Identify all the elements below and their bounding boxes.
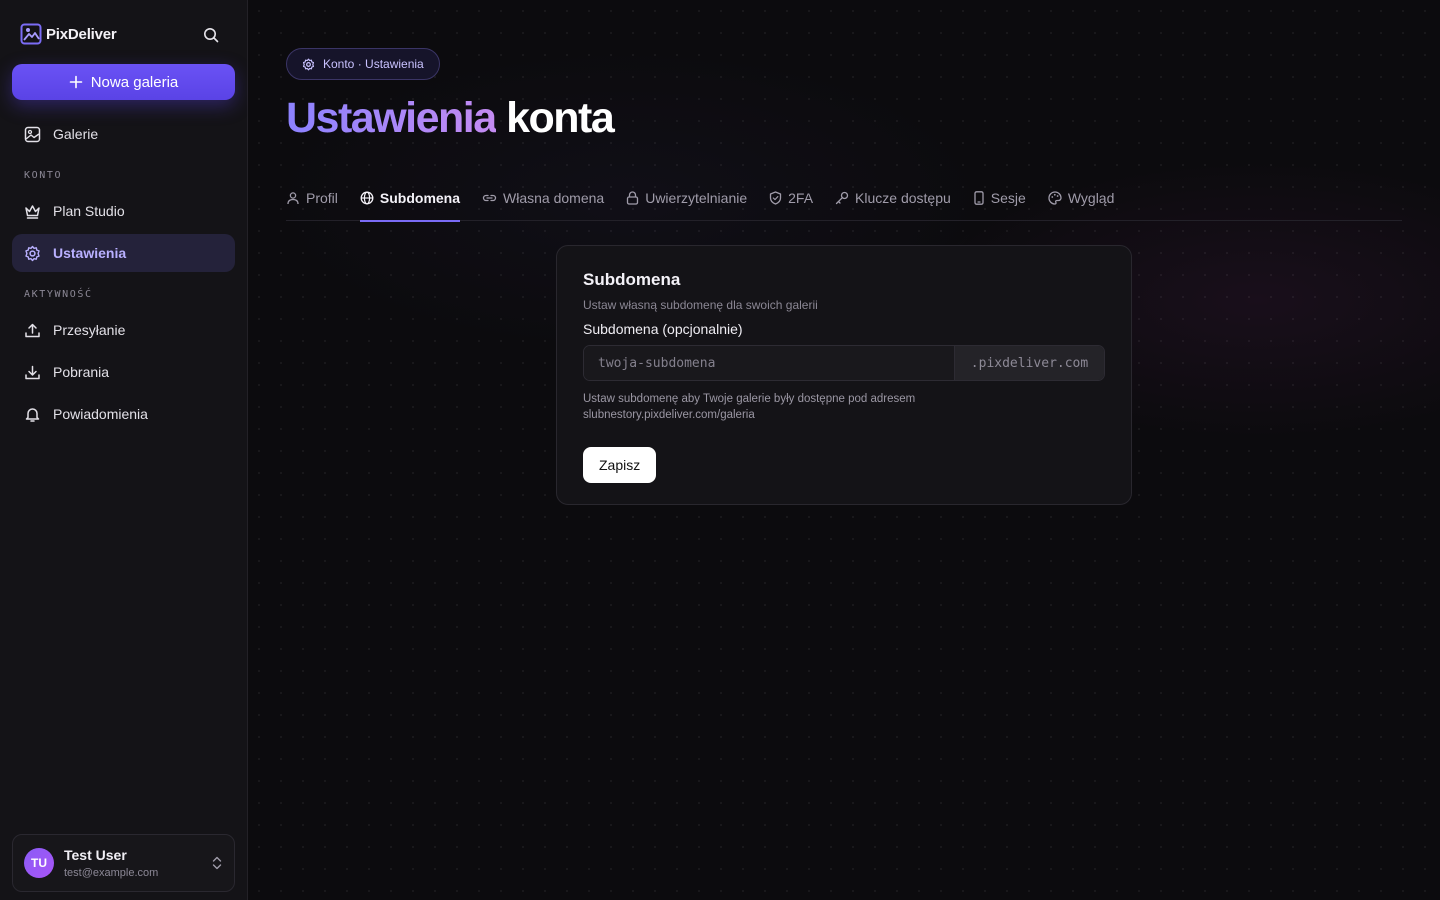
palette-icon <box>1048 190 1062 205</box>
page-title: Ustawienia konta <box>286 92 615 144</box>
section-label-account: KONTO <box>24 170 63 181</box>
tab-label: 2FA <box>788 189 814 206</box>
tab-sessions[interactable]: Sesje <box>973 176 1026 221</box>
sidebar-item-settings[interactable]: Ustawienia <box>12 234 235 272</box>
save-button[interactable]: Zapisz <box>583 447 657 483</box>
bell-icon <box>25 407 40 422</box>
sidebar-item-label: Pobrania <box>53 364 110 380</box>
sidebar-item-uploads[interactable]: Przesyłanie <box>12 311 235 349</box>
tab-subdomain[interactable]: Subdomena <box>359 176 461 222</box>
breadcrumb-text: Konto · Ustawienia <box>323 57 424 71</box>
sidebar-item-label: Przesyłanie <box>53 322 126 338</box>
tab-label: Subdomena <box>379 189 461 206</box>
page-title-highlight: Ustawienia <box>286 94 497 142</box>
plus-icon <box>69 75 83 89</box>
sidebar-item-label: Ustawienia <box>53 245 127 261</box>
settings-tabs: Profil Subdomena Własna domena Uwierzyte… <box>286 176 1402 222</box>
sidebar-item-label: Plan Studio <box>53 203 125 219</box>
key-icon <box>835 191 849 204</box>
section-label-activity: AKTYWNOŚĆ <box>24 289 93 300</box>
download-icon <box>25 365 40 379</box>
logo-icon <box>20 23 42 45</box>
tab-label: Klucze dostępu <box>855 189 951 206</box>
sidebar-item-label: Powiadomienia <box>53 406 148 422</box>
search-button[interactable] <box>198 22 224 48</box>
image-icon <box>24 126 41 142</box>
tab-label: Wygląd <box>1067 189 1115 206</box>
user-email: test@example.com <box>64 867 159 879</box>
chevron-up-down-icon <box>212 856 222 870</box>
tab-label: Sesje <box>990 189 1026 206</box>
subdomain-input-group: .pixdeliver.com <box>583 345 1105 381</box>
tab-label: Własna domena <box>503 189 605 206</box>
user-name: Test User <box>64 847 127 863</box>
link-icon <box>482 194 497 201</box>
tab-appearance[interactable]: Wygląd <box>1048 176 1115 221</box>
card-title: Subdomena <box>583 270 681 289</box>
new-gallery-button[interactable]: Nowa galeria <box>12 64 235 100</box>
globe-icon <box>360 191 374 204</box>
lock-icon <box>627 190 639 205</box>
user-icon <box>287 191 299 204</box>
search-icon <box>204 28 219 43</box>
user-menu[interactable]: TU Test User test@example.com <box>12 834 235 892</box>
subdomain-input[interactable] <box>584 346 954 380</box>
subdomain-field-label: Subdomena (opcjonalnie) <box>583 321 743 337</box>
tab-2fa[interactable]: 2FA <box>769 176 813 221</box>
domain-suffix: .pixdeliver.com <box>954 346 1104 380</box>
sidebar-item-label: Galerie <box>53 126 99 142</box>
brand[interactable]: PixDeliver <box>20 23 117 45</box>
gear-icon <box>25 245 40 261</box>
breadcrumb: Konto · Ustawienia <box>286 48 440 80</box>
subdomain-card: Subdomena Ustaw własną subdomenę dla swo… <box>556 245 1132 505</box>
tab-profile[interactable]: Profil <box>286 176 338 221</box>
main-content: Konto · Ustawienia Ustawienia konta Prof… <box>248 0 1440 900</box>
avatar: TU <box>24 848 54 878</box>
tab-passkeys[interactable]: Klucze dostępu <box>835 176 951 221</box>
sidebar-item-notifications[interactable]: Powiadomienia <box>12 395 235 433</box>
crown-icon <box>25 204 40 219</box>
brand-name: PixDeliver <box>46 25 117 43</box>
tab-custom-domain[interactable]: Własna domena <box>482 176 604 221</box>
tab-authentication[interactable]: Uwierzytelnianie <box>626 176 747 221</box>
phone-icon <box>974 190 984 205</box>
upload-icon <box>25 323 40 337</box>
shield-icon <box>769 190 782 205</box>
gear-icon <box>302 58 315 70</box>
tab-label: Profil <box>306 189 338 206</box>
page-title-rest: konta <box>506 94 615 142</box>
sidebar: PixDeliver Nowa galeria Galerie KONTO Pl… <box>0 0 248 900</box>
sidebar-item-downloads[interactable]: Pobrania <box>12 353 235 391</box>
new-gallery-label: Nowa galeria <box>90 73 179 91</box>
user-info: Test User test@example.com <box>64 847 158 879</box>
card-description: Ustaw własną subdomenę dla swoich galeri… <box>583 298 818 312</box>
tab-label: Uwierzytelnianie <box>645 189 748 206</box>
sidebar-item-galleries[interactable]: Galerie <box>12 115 235 153</box>
sidebar-item-plan[interactable]: Plan Studio <box>12 192 235 230</box>
subdomain-helper-text: Ustaw subdomenę aby Twoje galerie były d… <box>583 393 916 421</box>
